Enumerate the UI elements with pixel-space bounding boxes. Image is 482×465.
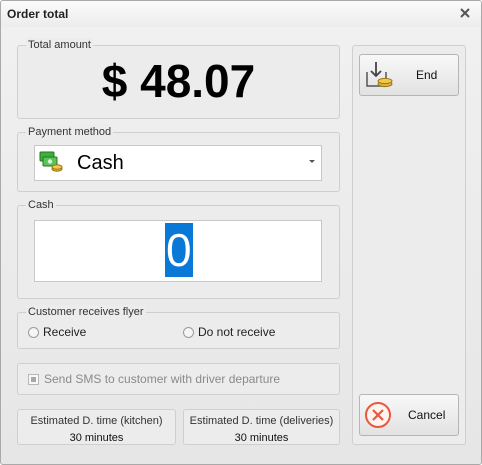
- sms-checkbox-label: Send SMS to customer with driver departu…: [44, 372, 281, 386]
- order-total-dialog: Order total Total amount $ 48.07 Payment…: [0, 0, 482, 465]
- cancel-button[interactable]: Cancel: [359, 394, 459, 436]
- cash-label: Cash: [26, 198, 56, 212]
- cancel-button-label: Cancel: [408, 408, 446, 422]
- radio-circle: [183, 326, 194, 338]
- title-bar: Order total: [1, 1, 481, 27]
- estimate-deliveries-label: Estimated D. time (deliveries): [189, 415, 334, 427]
- payment-method-group: Payment method Cash: [17, 125, 340, 192]
- end-button-label: End: [416, 68, 438, 82]
- total-amount-value: $ 48.07: [101, 55, 256, 107]
- window-title: Order total: [7, 7, 69, 21]
- estimate-deliveries-value: 30 minutes: [234, 432, 289, 444]
- cash-input-value: 0: [165, 223, 193, 277]
- payment-method-label: Payment method: [26, 125, 114, 139]
- estimate-kitchen-box: Estimated D. time (kitchen) 30 minutes: [17, 409, 176, 445]
- flyer-group: Customer receives flyer Receive Do not r…: [17, 305, 340, 349]
- radio-receive[interactable]: Receive: [28, 325, 86, 339]
- cancel-icon: [364, 401, 392, 432]
- sms-checkbox[interactable]: [28, 373, 39, 385]
- action-panel: End Cancel: [352, 45, 466, 445]
- total-amount-group: Total amount $ 48.07: [17, 38, 340, 119]
- chevron-down-icon: [309, 160, 315, 163]
- radio-circle: [28, 326, 39, 338]
- estimate-kitchen-value: 30 minutes: [69, 432, 124, 444]
- end-button[interactable]: End: [359, 54, 459, 96]
- sms-group: Send SMS to customer with driver departu…: [17, 363, 340, 395]
- cash-group: Cash 0: [17, 198, 340, 299]
- cash-input[interactable]: 0: [34, 220, 322, 282]
- payment-method-dropdown[interactable]: Cash: [34, 145, 322, 181]
- estimate-kitchen-label: Estimated D. time (kitchen): [30, 415, 163, 427]
- estimate-deliveries-box: Estimated D. time (deliveries) 30 minute…: [183, 409, 340, 445]
- radio-do-not-receive[interactable]: Do not receive: [183, 325, 275, 339]
- cash-money-icon: [39, 151, 63, 176]
- end-order-icon: [364, 60, 394, 93]
- radio-receive-label: Receive: [43, 325, 87, 339]
- close-icon[interactable]: [457, 5, 473, 21]
- total-amount-label: Total amount: [26, 38, 93, 52]
- flyer-label: Customer receives flyer: [26, 305, 146, 319]
- radio-do-not-receive-label: Do not receive: [198, 325, 276, 339]
- sms-checkbox-row[interactable]: Send SMS to customer with driver departu…: [28, 372, 280, 386]
- payment-method-selected: Cash: [77, 152, 124, 174]
